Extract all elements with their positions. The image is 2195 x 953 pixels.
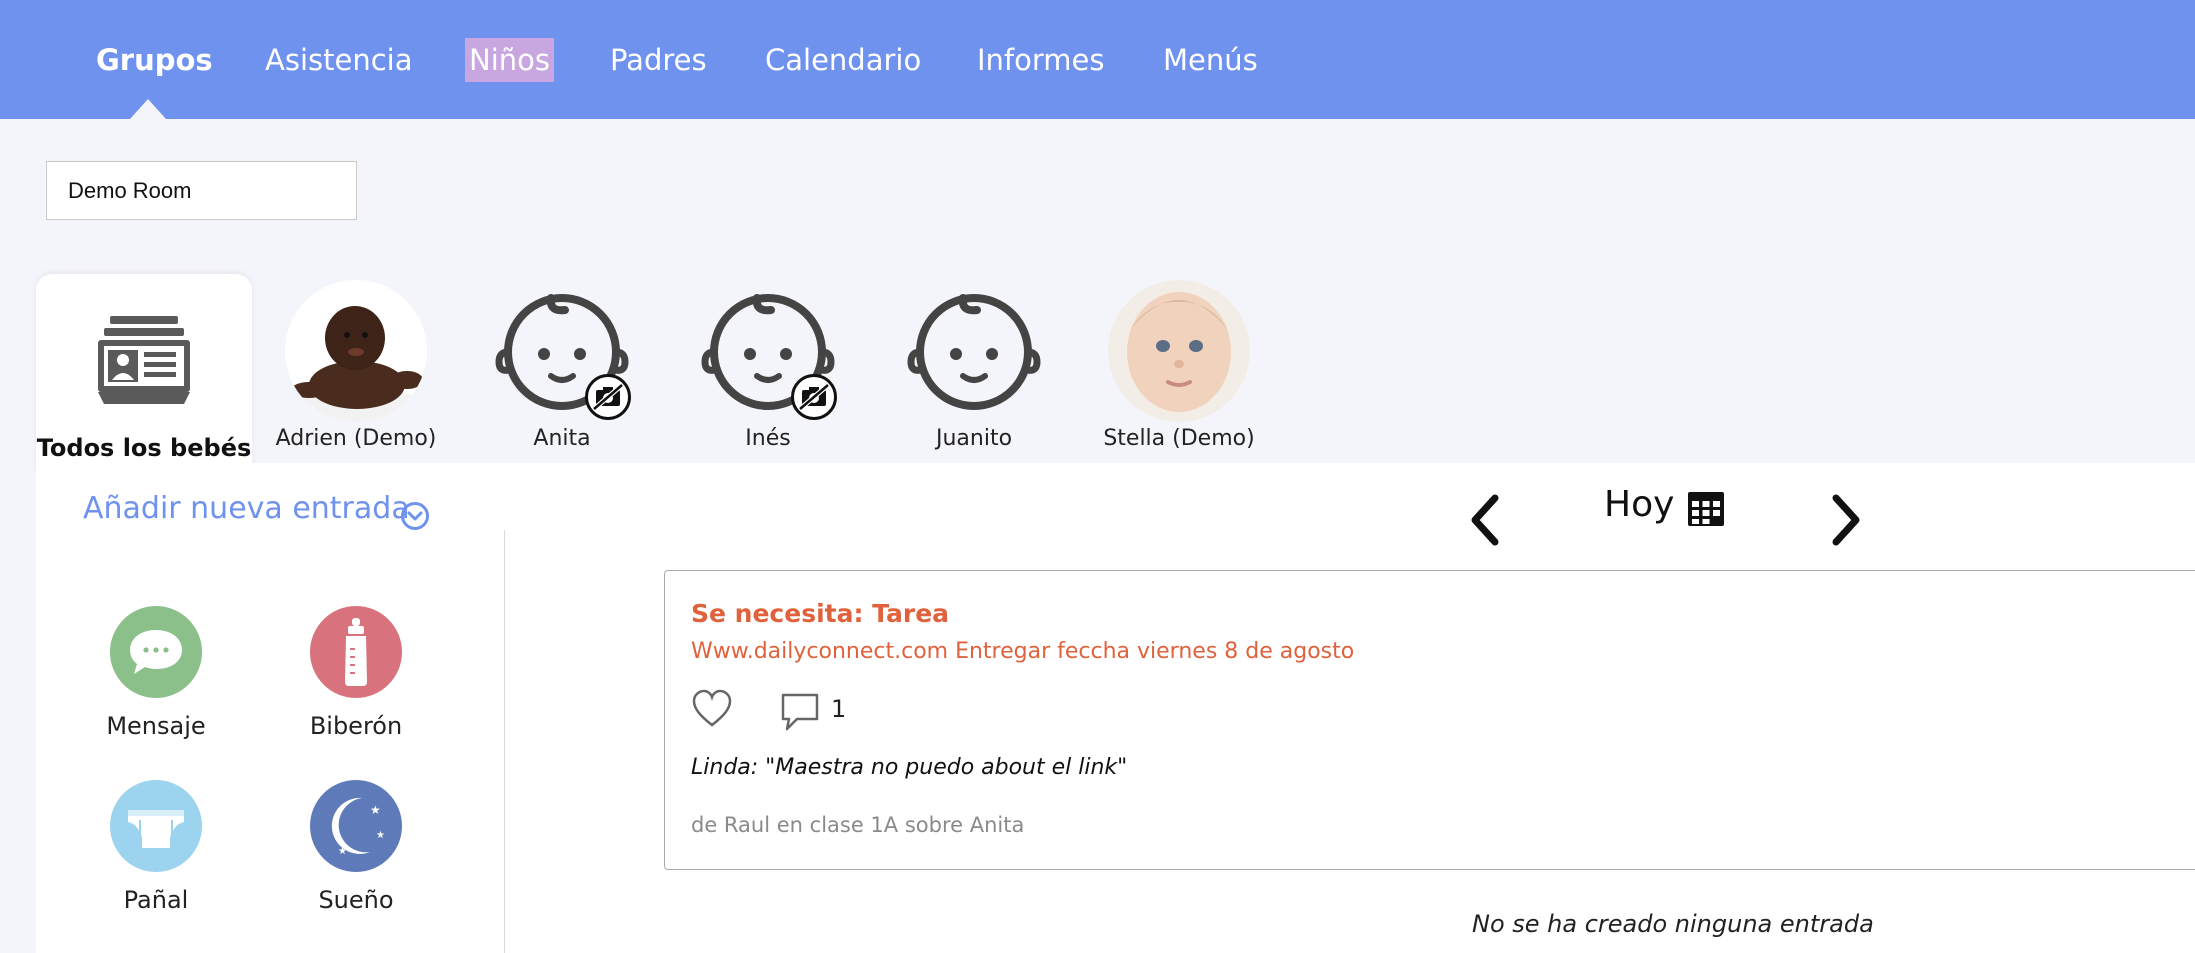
comment-count: 1 — [831, 695, 847, 723]
add-entry-link[interactable]: Añadir nueva entrada — [83, 491, 410, 526]
chevron-right-icon[interactable] — [1826, 492, 1866, 548]
heart-icon[interactable] — [691, 689, 733, 729]
svg-text:★: ★ — [338, 846, 347, 857]
room-select[interactable]: Demo Room — [46, 161, 357, 220]
tab-ninos[interactable]: Niños — [465, 38, 554, 82]
child-anita[interactable]: Anita — [474, 280, 650, 451]
entry-description[interactable]: Www.dailyconnect.com Entregar feccha vie… — [691, 639, 1354, 664]
avatar — [1108, 280, 1250, 422]
child-stella[interactable]: Stella (Demo) — [1091, 280, 1267, 451]
message-icon — [110, 606, 202, 698]
baby-face-icon — [697, 280, 839, 422]
panel-divider — [504, 530, 505, 953]
child-name: Juanito — [935, 426, 1013, 451]
entry-type-label: Sueño — [318, 886, 394, 914]
entry-type-label: Mensaje — [106, 712, 206, 740]
svg-text:★: ★ — [376, 830, 385, 841]
entry-meta: de Raul en clase 1A sobre Anita — [691, 813, 1025, 837]
entry-type-label: Pañal — [123, 886, 189, 914]
comment-icon[interactable] — [779, 691, 821, 733]
child-name: Stella (Demo) — [1103, 426, 1255, 451]
entry-type-panal[interactable]: Pañal — [76, 780, 236, 914]
tab-asistencia[interactable]: Asistencia — [265, 38, 412, 82]
moon-icon: ★ ★ ★ — [310, 780, 402, 872]
tab-menus[interactable]: Menús — [1163, 38, 1258, 82]
baby-face-icon — [491, 280, 633, 422]
tab-padres[interactable]: Padres — [610, 38, 707, 82]
all-babies-label: Todos los bebés — [36, 434, 252, 462]
entry-type-sueno[interactable]: ★ ★ ★ Sueño — [276, 780, 436, 914]
id-cards-icon — [98, 316, 190, 404]
tab-calendario[interactable]: Calendario — [765, 38, 921, 82]
active-tab-caret — [130, 99, 166, 119]
tab-grupos[interactable]: Grupos — [96, 38, 213, 82]
no-photo-icon — [791, 374, 837, 420]
chevron-down-icon[interactable] — [400, 501, 430, 531]
entry-card[interactable]: Se necesita: Tarea Www.dailyconnect.com … — [664, 570, 2195, 870]
entry-comment: Linda: "Maestra no puedo about el link" — [691, 755, 1128, 780]
no-photo-icon — [585, 374, 631, 420]
bottle-icon — [310, 606, 402, 698]
child-adrien[interactable]: Adrien (Demo) — [268, 280, 444, 451]
calendar-icon[interactable] — [1686, 490, 1726, 528]
avatar — [285, 280, 427, 422]
child-ines[interactable]: Inés — [680, 280, 856, 451]
entry-title: Se necesita: Tarea — [691, 599, 950, 628]
child-name: Adrien (Demo) — [275, 426, 437, 451]
date-label: Hoy — [1604, 484, 1675, 525]
svg-text:★: ★ — [370, 803, 381, 817]
child-name: Anita — [533, 426, 591, 451]
entry-type-label: Biberón — [309, 712, 403, 740]
child-juanito[interactable]: Juanito — [886, 280, 1062, 451]
diaper-icon — [110, 780, 202, 872]
baby-face-icon — [903, 280, 1045, 422]
all-babies-tab[interactable]: Todos los bebés — [36, 274, 252, 474]
tab-informes[interactable]: Informes — [977, 38, 1105, 82]
top-nav: Grupos Asistencia Niños Padres Calendari… — [0, 0, 2195, 119]
empty-state-message: No se ha creado ninguna entrada — [1472, 910, 1874, 938]
child-name: Inés — [745, 426, 791, 451]
entry-type-mensaje[interactable]: Mensaje — [76, 606, 236, 740]
chevron-left-icon[interactable] — [1465, 492, 1505, 548]
entry-type-biberon[interactable]: Biberón — [276, 606, 436, 740]
